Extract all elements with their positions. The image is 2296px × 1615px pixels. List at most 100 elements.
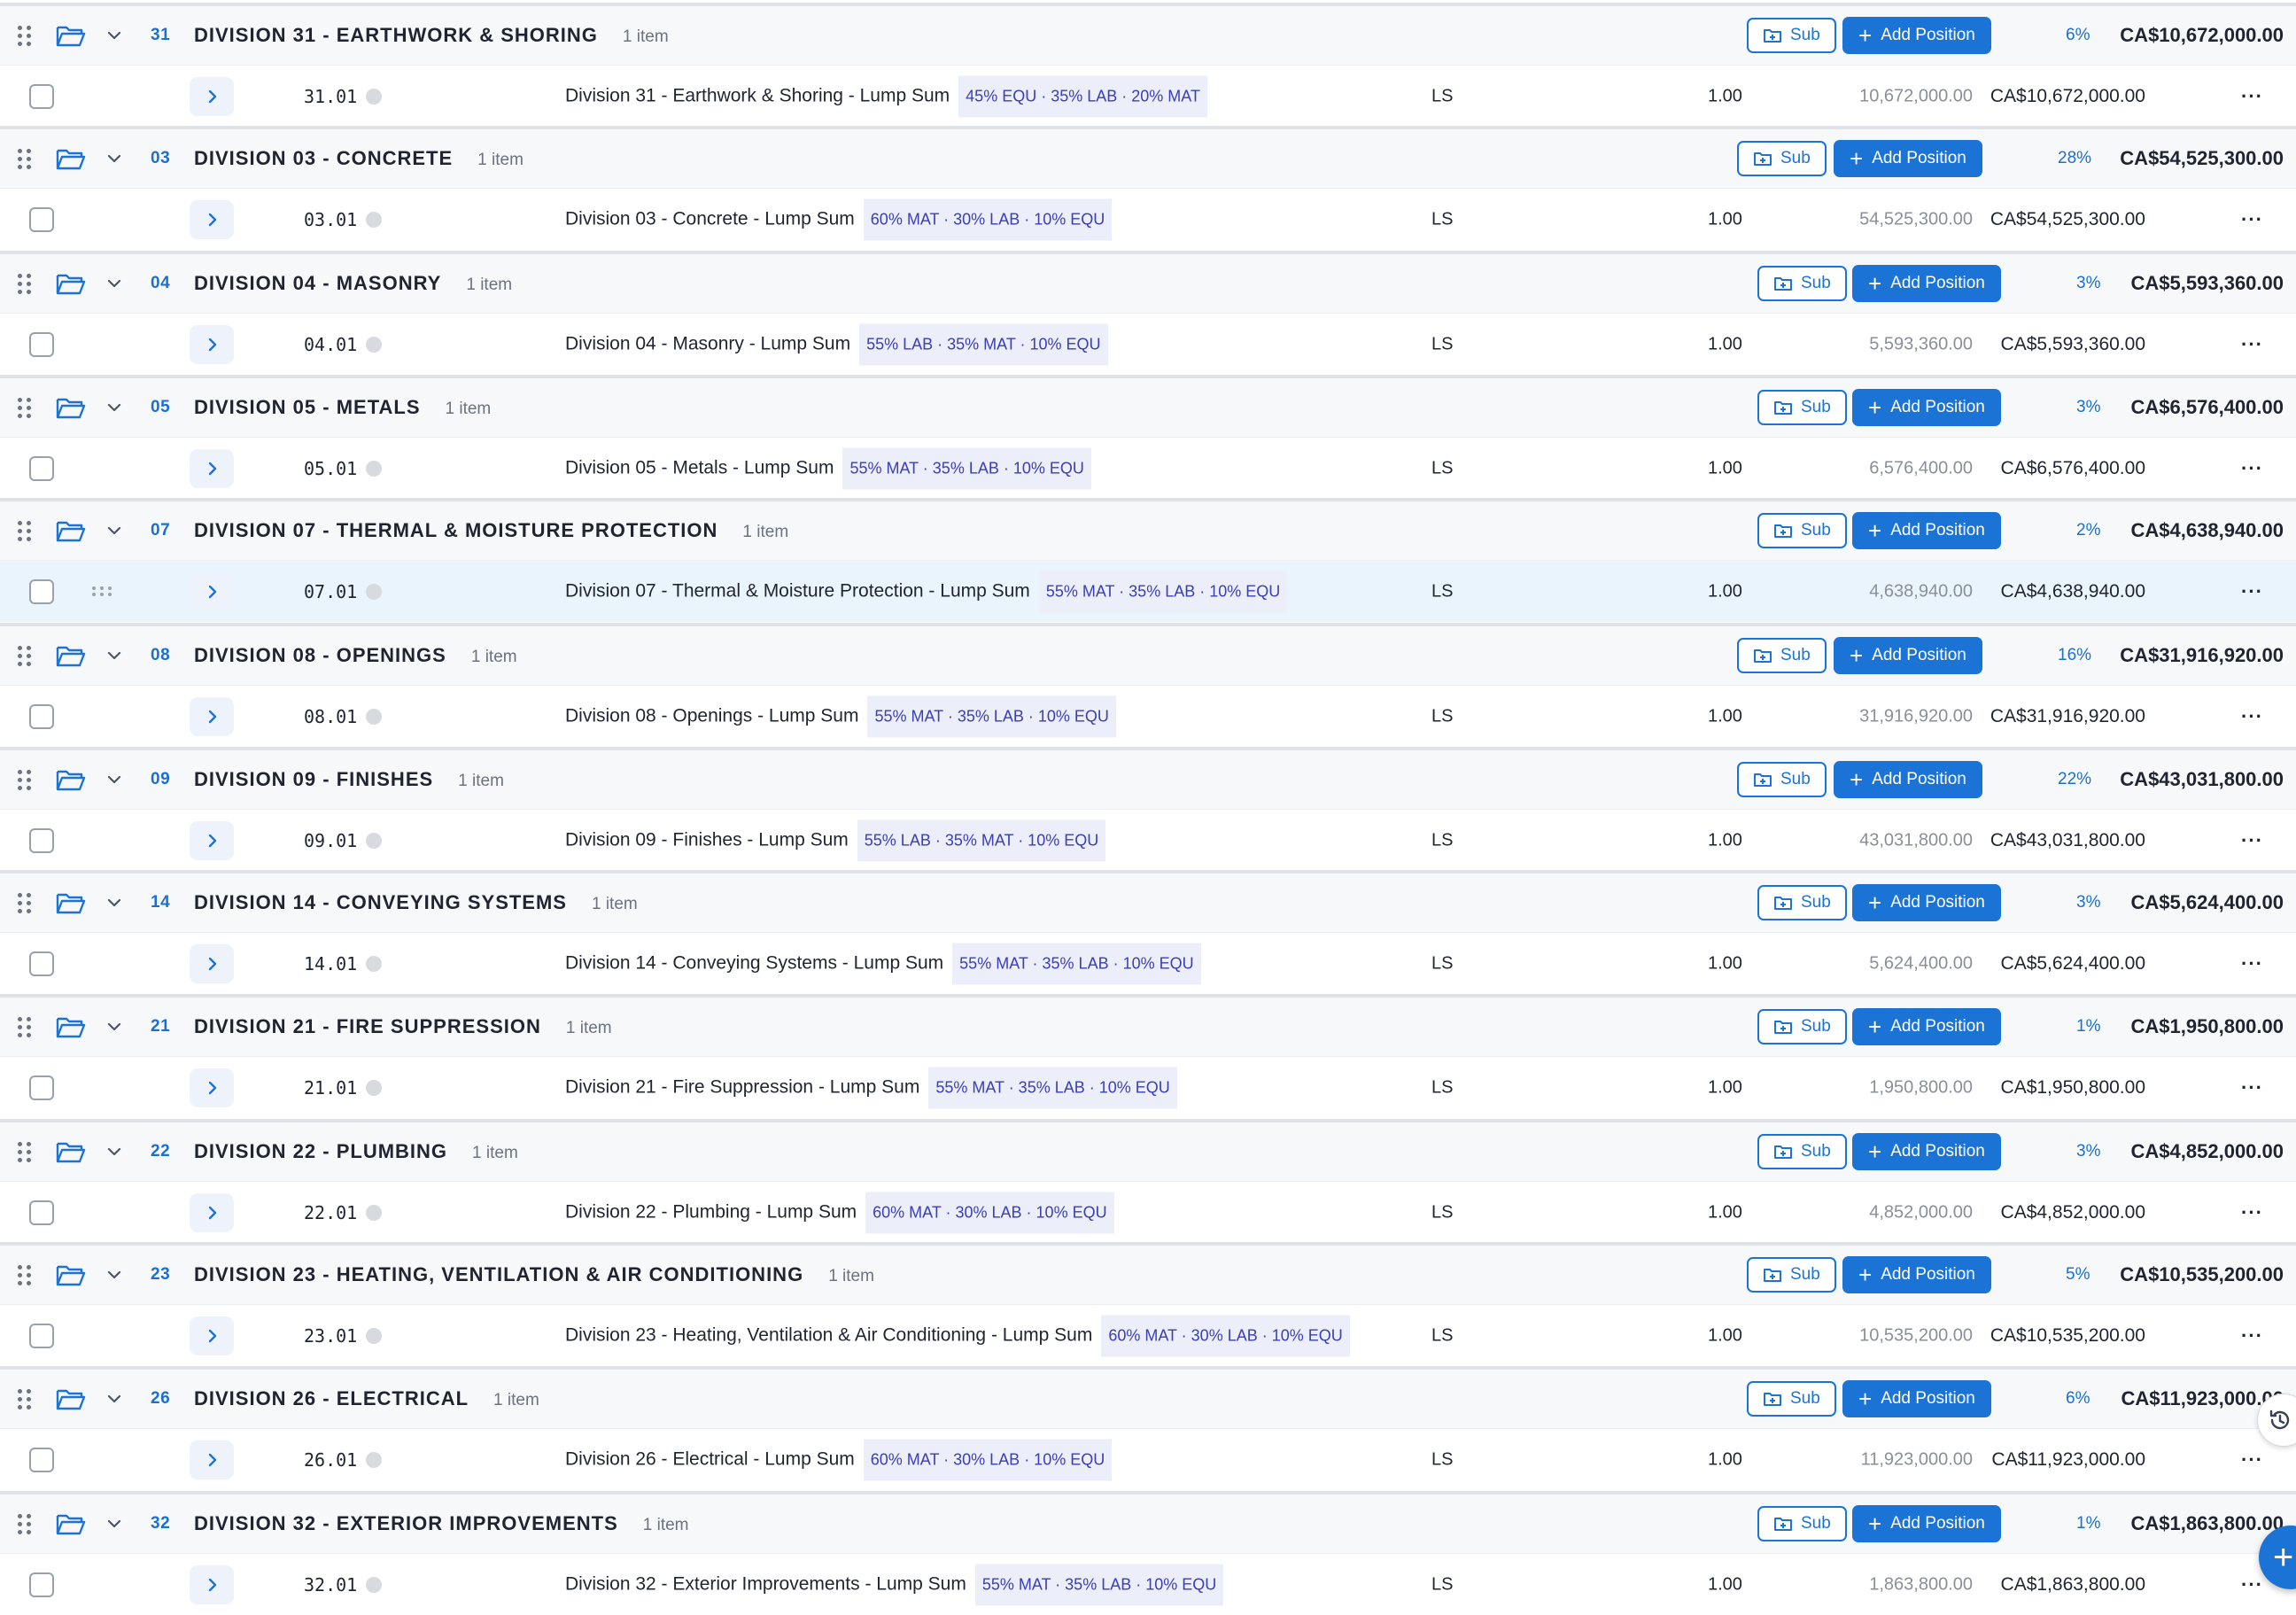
chevron-down-icon[interactable] xyxy=(105,149,124,168)
drag-handle-icon[interactable] xyxy=(18,1015,32,1038)
expand-row-button[interactable] xyxy=(190,820,234,860)
position-quantity[interactable]: 1.00 xyxy=(1708,334,1742,354)
folder-open-icon[interactable] xyxy=(55,1138,87,1165)
expand-row-button[interactable] xyxy=(190,1068,234,1107)
drag-handle-icon[interactable] xyxy=(18,768,32,791)
folder-open-icon[interactable] xyxy=(55,394,87,421)
chevron-down-icon[interactable] xyxy=(105,521,124,540)
position-unit[interactable]: LS xyxy=(1431,1574,1453,1595)
add-sub-button[interactable]: Sub xyxy=(1737,141,1827,176)
position-row[interactable]: 23.01 Division 23 - Heating, Ventilation… xyxy=(0,1304,2296,1366)
more-options-icon[interactable]: ··· xyxy=(2241,580,2263,603)
position-unit-price[interactable]: 1,863,800.00 xyxy=(1869,1574,1973,1595)
division-header-row[interactable]: 08 DIVISION 08 - OPENINGS 1 item Sub + A… xyxy=(0,623,2296,685)
division-header-row[interactable]: 07 DIVISION 07 - THERMAL & MOISTURE PROT… xyxy=(0,498,2296,560)
position-description[interactable]: Division 05 - Metals - Lump Sum xyxy=(565,458,834,479)
add-sub-button[interactable]: Sub xyxy=(1757,1506,1847,1541)
position-quantity[interactable]: 1.00 xyxy=(1708,458,1742,478)
folder-open-icon[interactable] xyxy=(55,1386,87,1412)
position-description[interactable]: Division 04 - Masonry - Lump Sum xyxy=(565,334,850,355)
chevron-down-icon[interactable] xyxy=(105,1142,124,1161)
drag-handle-icon[interactable] xyxy=(18,1140,32,1163)
position-unit-price[interactable]: 31,916,920.00 xyxy=(1859,706,1973,726)
folder-open-icon[interactable] xyxy=(55,1013,87,1040)
position-unit[interactable]: LS xyxy=(1431,1202,1453,1223)
position-unit[interactable]: LS xyxy=(1431,1325,1453,1346)
folder-open-icon[interactable] xyxy=(55,22,87,49)
add-sub-button[interactable]: Sub xyxy=(1757,513,1847,548)
position-unit[interactable]: LS xyxy=(1431,1449,1453,1470)
position-unit-price[interactable]: 43,031,800.00 xyxy=(1859,830,1973,850)
drag-handle-icon[interactable] xyxy=(18,24,32,47)
position-description[interactable]: Division 09 - Finishes - Lump Sum xyxy=(565,830,849,851)
position-row[interactable]: 04.01 Division 04 - Masonry - Lump Sum 5… xyxy=(0,313,2296,375)
more-options-icon[interactable]: ··· xyxy=(2241,1201,2263,1224)
row-drag-handle-icon[interactable] xyxy=(92,586,113,597)
position-unit[interactable]: LS xyxy=(1431,706,1453,726)
folder-open-icon[interactable] xyxy=(55,145,87,172)
division-header-row[interactable]: 31 DIVISION 31 - EARTHWORK & SHORING 1 i… xyxy=(0,3,2296,65)
drag-handle-icon[interactable] xyxy=(18,1263,32,1286)
drag-handle-icon[interactable] xyxy=(18,396,32,419)
more-options-icon[interactable]: ··· xyxy=(2241,1324,2263,1347)
position-description[interactable]: Division 23 - Heating, Ventilation & Air… xyxy=(565,1325,1092,1347)
position-unit-price[interactable]: 5,624,400.00 xyxy=(1869,953,1973,974)
position-quantity[interactable]: 1.00 xyxy=(1708,706,1742,726)
position-row[interactable]: 31.01 Division 31 - Earthwork & Shoring … xyxy=(0,65,2296,127)
more-options-icon[interactable]: ··· xyxy=(2241,457,2263,480)
expand-row-button[interactable] xyxy=(190,943,234,983)
position-description[interactable]: Division 26 - Electrical - Lump Sum xyxy=(565,1449,855,1471)
more-options-icon[interactable]: ··· xyxy=(2241,85,2263,108)
add-sub-button[interactable]: Sub xyxy=(1747,18,1836,53)
more-options-icon[interactable]: ··· xyxy=(2241,952,2263,975)
division-header-row[interactable]: 22 DIVISION 22 - PLUMBING 1 item Sub + A… xyxy=(0,1119,2296,1181)
row-select-checkbox[interactable] xyxy=(29,951,54,976)
position-unit[interactable]: LS xyxy=(1431,334,1453,354)
position-row[interactable]: 14.01 Division 14 - Conveying Systems - … xyxy=(0,932,2296,994)
position-description[interactable]: Division 07 - Thermal & Moisture Protect… xyxy=(565,581,1030,602)
position-row[interactable]: 22.01 Division 22 - Plumbing - Lump Sum … xyxy=(0,1181,2296,1243)
position-unit-price[interactable]: 54,525,300.00 xyxy=(1859,209,1973,229)
position-unit-price[interactable]: 11,923,000.00 xyxy=(1861,1449,1973,1470)
more-options-icon[interactable]: ··· xyxy=(2241,333,2263,356)
position-row[interactable]: 32.01 Division 32 - Exterior Improvement… xyxy=(0,1553,2296,1615)
division-header-row[interactable]: 32 DIVISION 32 - EXTERIOR IMPROVEMENTS 1… xyxy=(0,1491,2296,1553)
position-unit[interactable]: LS xyxy=(1431,209,1453,229)
row-select-checkbox[interactable] xyxy=(29,83,54,109)
add-sub-button[interactable]: Sub xyxy=(1757,885,1847,920)
division-header-row[interactable]: 05 DIVISION 05 - METALS 1 item Sub + Add… xyxy=(0,375,2296,437)
expand-row-button[interactable] xyxy=(190,1192,234,1232)
row-select-checkbox[interactable] xyxy=(29,578,54,604)
drag-handle-icon[interactable] xyxy=(18,891,32,914)
position-unit-price[interactable]: 10,535,200.00 xyxy=(1859,1325,1973,1346)
folder-open-icon[interactable] xyxy=(55,270,87,297)
add-position-button[interactable]: + Add Position xyxy=(1852,1505,2001,1542)
position-quantity[interactable]: 1.00 xyxy=(1708,1202,1742,1223)
chevron-down-icon[interactable] xyxy=(105,1017,124,1037)
add-position-button[interactable]: + Add Position xyxy=(1842,17,1991,54)
chevron-down-icon[interactable] xyxy=(105,26,124,45)
division-header-row[interactable]: 03 DIVISION 03 - CONCRETE 1 item Sub + A… xyxy=(0,126,2296,188)
chevron-down-icon[interactable] xyxy=(105,398,124,417)
position-quantity[interactable]: 1.00 xyxy=(1708,953,1742,974)
expand-row-button[interactable] xyxy=(190,324,234,364)
row-select-checkbox[interactable] xyxy=(29,455,54,481)
position-row[interactable]: 07.01 Division 07 - Thermal & Moisture P… xyxy=(0,560,2296,622)
add-sub-button[interactable]: Sub xyxy=(1757,390,1847,425)
position-unit-price[interactable]: 5,593,360.00 xyxy=(1869,334,1973,354)
position-quantity[interactable]: 1.00 xyxy=(1708,581,1742,602)
position-quantity[interactable]: 1.00 xyxy=(1708,209,1742,229)
chevron-down-icon[interactable] xyxy=(105,893,124,912)
row-select-checkbox[interactable] xyxy=(29,206,54,232)
position-unit[interactable]: LS xyxy=(1431,953,1453,974)
more-options-icon[interactable]: ··· xyxy=(2241,1448,2263,1471)
division-header-row[interactable]: 09 DIVISION 09 - FINISHES 1 item Sub + A… xyxy=(0,747,2296,809)
expand-row-button[interactable] xyxy=(190,1316,234,1355)
add-sub-button[interactable]: Sub xyxy=(1747,1381,1836,1417)
row-select-checkbox[interactable] xyxy=(29,1447,54,1472)
position-description[interactable]: Division 21 - Fire Suppression - Lump Su… xyxy=(565,1077,919,1099)
expand-row-button[interactable] xyxy=(190,448,234,488)
chevron-down-icon[interactable] xyxy=(105,1265,124,1285)
position-description[interactable]: Division 22 - Plumbing - Lump Sum xyxy=(565,1202,857,1223)
drag-handle-icon[interactable] xyxy=(18,1387,32,1410)
